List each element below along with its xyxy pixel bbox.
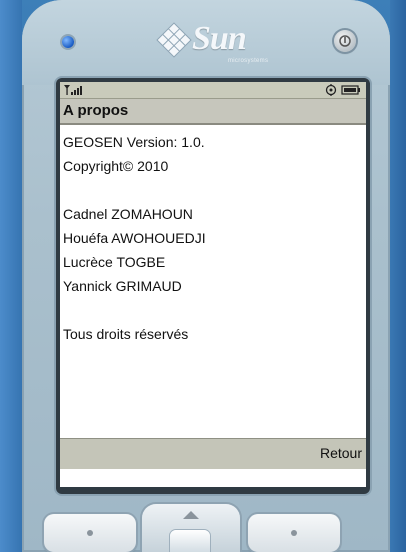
sun-logo-icon xyxy=(156,22,192,58)
about-content: GEOSEN Version: 1.0. Copyright© 2010 Cad… xyxy=(63,130,363,346)
back-softkey[interactable]: Retour xyxy=(320,445,362,461)
keypad xyxy=(34,500,348,552)
title-bar: A propos xyxy=(60,99,366,125)
softkey-bar: Retour xyxy=(60,438,366,469)
screen-frame: A propos GEOSEN Version: 1.0. Copyright©… xyxy=(56,78,370,494)
author-item: Lucrèce TOGBE xyxy=(63,254,166,270)
brand-subtitle: microsystems xyxy=(228,58,269,64)
power-button[interactable] xyxy=(334,30,356,52)
brand-name: Sun xyxy=(192,20,247,57)
sun-logo: Sun microsystems xyxy=(156,20,306,66)
dot-icon xyxy=(291,530,297,536)
author-item: Yannick GRIMAUD xyxy=(63,278,182,294)
status-icons xyxy=(325,84,360,96)
page-title: A propos xyxy=(63,102,129,119)
nav-up-arrow-icon[interactable] xyxy=(182,510,200,520)
right-softkey-button[interactable] xyxy=(248,514,340,552)
settings-icon xyxy=(325,84,337,96)
dot-icon xyxy=(87,530,93,536)
left-softkey-button[interactable] xyxy=(44,514,136,552)
author-item: Cadnel ZOMAHOUN xyxy=(63,206,193,222)
led-indicator-icon xyxy=(62,36,74,48)
rights-text: Tous droits réservés xyxy=(63,326,189,342)
background-right xyxy=(390,0,406,552)
nav-select-button[interactable] xyxy=(170,530,210,552)
version-text: GEOSEN Version: 1.0. xyxy=(63,134,205,150)
power-icon xyxy=(339,35,351,47)
battery-icon xyxy=(341,85,360,95)
author-item: Houéfa AWOHOUEDJI xyxy=(63,230,206,246)
background-left xyxy=(0,0,22,552)
copyright-text: Copyright© 2010 xyxy=(63,158,169,174)
phone-screen: A propos GEOSEN Version: 1.0. Copyright©… xyxy=(60,82,366,487)
phone-emulator: Sun microsystems A propos GEOSEN Version… xyxy=(22,0,390,552)
status-bar xyxy=(60,82,366,99)
navigation-pad[interactable] xyxy=(142,504,240,552)
signal-icon xyxy=(64,85,82,95)
